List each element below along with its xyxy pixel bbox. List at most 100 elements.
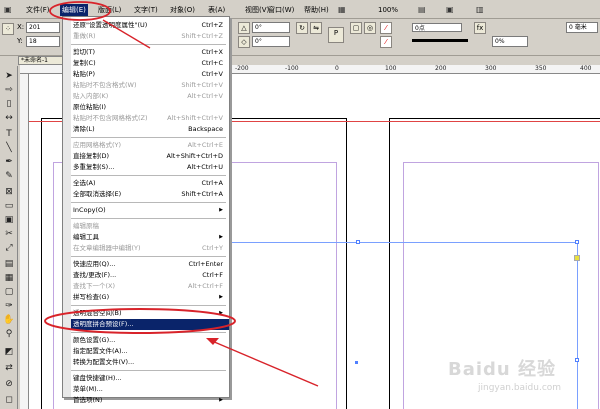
submenu-arrow-icon: ▶ [219,207,223,213]
menu-item-shortcut: Ctrl+Enter [188,260,223,268]
menu-item[interactable]: 重做(R) Shift+Ctrl+Z [71,31,229,42]
menu-table[interactable]: 表(A) [208,4,225,16]
menu-item[interactable]: 键盘快捷键(H)... [71,373,229,384]
selection-handle[interactable] [575,240,579,244]
y-field[interactable]: 18 [26,36,60,47]
menu-item-label: 查找下一个(X) [73,282,116,290]
menu-item[interactable]: 编辑原稿 [71,221,229,232]
menu-item[interactable]: 粘贴时不包含格式(W) Shift+Ctrl+V [71,80,229,91]
menu-edit[interactable]: 编辑(E) [60,4,88,16]
menu-item[interactable]: 直接复制(D) Alt+Shift+Ctrl+D [71,151,229,162]
vertical-ruler[interactable] [20,74,29,409]
menu-item[interactable]: 透明混合空间(B) ▶ [71,308,229,319]
menu-item[interactable]: 编辑工具 ▶ [71,232,229,243]
stroke-type-preview[interactable] [412,39,468,42]
gradient-tool-icon[interactable]: ▤ [3,258,15,270]
menu-item[interactable]: 剪切(T) Ctrl+X [71,47,229,58]
menu-item[interactable]: 多重复制(S)... Alt+Ctrl+U [71,162,229,173]
swap-colors-icon[interactable]: ⇄ [3,362,15,374]
view-options-icon[interactable]: ▤ [418,3,426,16]
menu-item-label: 贴入内部(K) [73,92,109,100]
stroke-weight[interactable]: 0点 [412,23,462,32]
menu-view[interactable]: 视图(V) [245,4,269,16]
bridge-icon[interactable]: ▦ [338,3,346,16]
rotate-cw-icon[interactable]: ↻ [296,22,308,34]
selection-handle[interactable] [356,240,360,244]
gradient-feather-icon[interactable]: ▦ [3,272,15,284]
note-tool-icon[interactable]: ▢ [3,286,15,298]
menu-item[interactable]: 应用网格格式(Y) Alt+Ctrl+E [71,140,229,151]
hand-tool-icon[interactable]: ✋ [3,314,15,326]
menu-item[interactable]: 菜单(M)... [71,384,229,395]
menu-item[interactable]: 全选(A) Ctrl+A [71,178,229,189]
menu-item[interactable]: 粘贴(P) Ctrl+V [71,69,229,80]
x-field[interactable]: 201 [26,22,60,33]
menu-item[interactable]: 首选项(N) ▶ [71,395,229,406]
menu-layout[interactable]: 版面(L) [98,4,121,16]
menu-item-label: 查找/更改(F)... [73,271,117,279]
menu-object[interactable]: 对象(O) [170,4,195,16]
menu-item[interactable]: 复制(C) Ctrl+C [71,58,229,69]
menu-separator [71,175,226,176]
menu-item[interactable]: 贴入内部(K) Alt+Ctrl+V [71,91,229,102]
menu-item[interactable]: 拼写检查(G) ▶ [71,292,229,303]
free-transform-icon[interactable]: ⤢ [3,242,15,254]
menu-item-shortcut: Alt+Ctrl+F [188,282,223,290]
menu-item[interactable]: 颜色设置(G)... [71,335,229,346]
rect-frame-tool-icon[interactable]: ⊠ [3,186,15,198]
submenu-arrow-icon: ▶ [219,310,223,316]
menu-item[interactable]: 全部取消选择(E) Shift+Ctrl+A [71,189,229,200]
menu-item-label: 重做(R) [73,32,96,40]
select-content-icon[interactable]: ◎ [364,22,376,34]
select-container-icon[interactable]: ▢ [350,22,362,34]
direct-selection-icon[interactable]: ⇨ [3,84,15,96]
menu-item[interactable]: 粘贴时不包含网格格式(Z) Alt+Shift+Ctrl+V [71,113,229,124]
measure-field[interactable]: 0 毫米 [566,22,598,33]
fill-none-icon[interactable]: ⁄ [380,22,392,34]
menu-item[interactable]: 指定配置文件(A)... [71,346,229,357]
menu-item[interactable]: 转换为配置文件(V)... [71,357,229,368]
menu-item-shortcut: Ctrl+Y [202,244,223,252]
opacity-field[interactable]: 0% [492,36,528,47]
menu-item[interactable]: 清除(L) Backspace [71,124,229,135]
rect-tool-icon[interactable]: ▭ [3,200,15,212]
menu-item-label: 指定配置文件(A)... [73,347,128,355]
out-port-icon[interactable] [574,255,580,261]
apply-none-icon[interactable]: ⊘ [3,378,15,390]
selection-tool-icon[interactable]: ➤ [3,70,15,82]
shear-field[interactable]: 0° [252,36,290,47]
menu-item[interactable]: InCopy(O) ▶ [71,205,229,216]
line-tool-icon[interactable]: ╲ [3,142,15,154]
menu-item[interactable]: 原位粘贴(I) [71,102,229,113]
pencil-tool-icon[interactable]: ✎ [3,170,15,182]
menu-help[interactable]: 帮助(H) [304,4,329,16]
gap-tool-icon[interactable]: ↔ [3,112,15,124]
effects-icon[interactable]: fx [474,22,486,34]
menu-item[interactable]: 查找/更改(F)... Ctrl+F [71,270,229,281]
menu-item[interactable]: 查找下一个(X) Alt+Ctrl+F [71,281,229,292]
menu-file[interactable]: 文件(F) [26,4,50,16]
zoom-level[interactable]: 100% [378,4,398,16]
type-tool-icon[interactable]: T [3,128,15,140]
zoom-tool-icon[interactable]: ⚲ [3,328,15,340]
arrange-icon[interactable]: ▥ [476,3,484,16]
eyedropper-tool-icon[interactable]: ✑ [3,300,15,312]
button-tool-icon[interactable]: ▣ [3,214,15,226]
menu-item[interactable]: 透明度拼合预设(F)... [71,319,229,330]
edit-menu-dropdown: 还原"设置透明度属性"(U) Ctrl+Z 重做(R) Shift+Ctrl+Z 剪切(… [62,16,230,404]
menu-item[interactable]: 快速应用(Q)... Ctrl+Enter [71,259,229,270]
menu-item[interactable]: 还原"设置透明度属性"(U) Ctrl+Z [71,20,229,31]
menu-type[interactable]: 文字(T) [134,4,158,16]
scissors-tool-icon[interactable]: ✂ [3,228,15,240]
preview-mode-icon[interactable]: ◻ [3,394,15,406]
stroke-none-icon[interactable]: ⁄ [380,36,392,48]
rotation-field[interactable]: 0° [252,22,290,33]
screen-mode-icon[interactable]: ▣ [446,3,454,16]
menu-window[interactable]: 窗口(W) [268,4,294,16]
fill-stroke-icon[interactable]: ◩ [3,346,15,358]
flip-horizontal-icon[interactable]: ⇋ [310,22,322,34]
reference-point-icon[interactable]: ⁘ [2,23,14,35]
menu-item[interactable]: 在文章编辑器中编辑(Y) Ctrl+Y [71,243,229,254]
pen-tool-icon[interactable]: ✒ [3,156,15,168]
page-tool-icon[interactable]: ▯ [3,98,15,110]
